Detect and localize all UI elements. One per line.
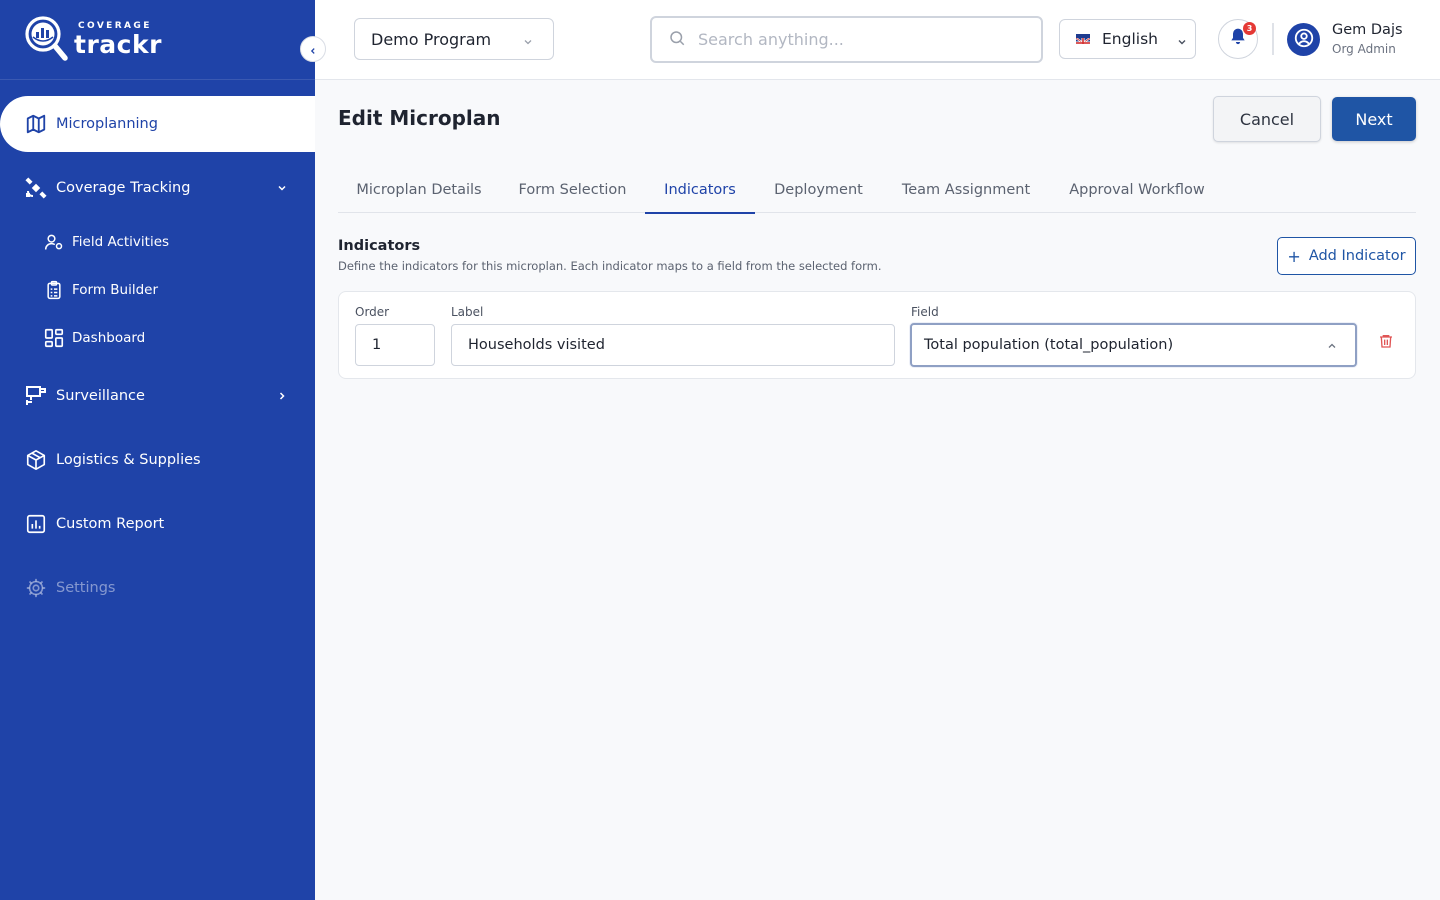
sidebar-item-label: Custom Report — [56, 516, 165, 532]
chevron-left-icon — [309, 40, 317, 59]
label-input[interactable]: Households visited — [451, 324, 895, 366]
trash-icon — [1378, 333, 1394, 353]
sidebar-subitem-label: Form Builder — [72, 282, 159, 298]
page-title: Edit Microplan — [338, 106, 501, 130]
sidebar-item-microplanning[interactable]: Microplanning — [0, 96, 315, 152]
monitor-camera-icon — [24, 384, 48, 408]
tab-form-selection[interactable]: Form Selection — [500, 166, 645, 213]
tab-bar: Microplan Details Form Selection Indicat… — [338, 166, 1416, 214]
add-indicator-button[interactable]: + Add Indicator — [1277, 237, 1416, 275]
tab-approval-workflow[interactable]: Approval Workflow — [1050, 166, 1224, 213]
logo[interactable]: COVERAGE trackr — [24, 14, 162, 64]
chevron-up-icon — [1327, 339, 1337, 355]
tab-microplan-details[interactable]: Microplan Details — [338, 166, 500, 213]
label-label: Label — [451, 305, 484, 319]
tab-label: Indicators — [664, 181, 736, 198]
tab-team-assignment[interactable]: Team Assignment — [882, 166, 1050, 213]
tab-label: Microplan Details — [356, 181, 482, 198]
dashboard-icon — [42, 326, 66, 350]
field-select[interactable]: Total population (total_population) — [910, 323, 1357, 367]
tab-label: Approval Workflow — [1069, 181, 1205, 198]
sidebar-subitem-dashboard[interactable]: Dashboard — [0, 318, 315, 358]
order-input-value: 1 — [372, 337, 382, 353]
search-input[interactable] — [698, 30, 1018, 49]
user-circle-icon — [1293, 27, 1315, 53]
sidebar-item-logistics[interactable]: Logistics & Supplies — [0, 432, 315, 488]
order-label: Order — [355, 305, 390, 319]
language-select-value: English — [1102, 30, 1158, 48]
sidebar-item-label: Logistics & Supplies — [56, 452, 201, 468]
section-description: Define the indicators for this microplan… — [338, 259, 882, 273]
sidebar-item-settings[interactable]: Settings — [0, 560, 315, 616]
next-button[interactable]: Next — [1332, 97, 1416, 141]
notifications-badge: 3 — [1243, 22, 1256, 35]
sidebar-item-surveillance[interactable]: Surveillance — [0, 368, 315, 424]
sidebar-item-label: Settings — [56, 580, 116, 596]
tab-label: Team Assignment — [901, 181, 1031, 198]
avatar[interactable] — [1287, 23, 1320, 56]
tab-label: Form Selection — [518, 181, 627, 198]
section-title: Indicators — [338, 238, 421, 254]
bar-chart-icon — [24, 512, 48, 536]
indicator-row: Order Label Field 1 Households visited T… — [338, 291, 1416, 379]
logo-magnifier-icon — [24, 15, 70, 63]
field-label: Field — [911, 305, 939, 319]
notifications-button[interactable]: 3 — [1218, 19, 1258, 59]
field-select-value: Total population (total_population) — [924, 337, 1174, 353]
search-icon — [668, 29, 686, 51]
user-name[interactable]: Gem Dajs — [1332, 22, 1403, 38]
sidebar-divider — [0, 79, 315, 80]
label-input-value: Households visited — [468, 337, 605, 353]
chevron-down-icon — [523, 32, 533, 51]
add-indicator-label: Add Indicator — [1308, 248, 1406, 264]
program-select[interactable]: Demo Program — [354, 18, 554, 60]
sidebar-subitem-label: Field Activities — [72, 234, 170, 250]
sidebar-item-label: Surveillance — [56, 388, 145, 404]
topbar-divider — [1272, 23, 1274, 55]
satellite-icon — [24, 176, 48, 200]
uk-flag-icon — [1076, 34, 1090, 44]
chevron-down-icon[interactable] — [277, 183, 287, 193]
sidebar-subitem-field-activities[interactable]: Field Activities — [0, 222, 315, 262]
sidebar-subitem-label: Dashboard — [72, 330, 146, 346]
tab-indicators[interactable]: Indicators — [645, 166, 755, 214]
search-box[interactable] — [650, 16, 1043, 63]
tab-label: Deployment — [774, 181, 863, 198]
language-select[interactable]: English — [1059, 19, 1196, 59]
sidebar-subitem-form-builder[interactable]: Form Builder — [0, 270, 315, 310]
sidebar: COVERAGE trackr Microplanning Coverage T… — [0, 0, 315, 900]
sidebar-item-label: Coverage Tracking — [56, 180, 191, 196]
sidebar-item-label: Microplanning — [56, 116, 158, 132]
map-icon — [24, 112, 48, 136]
collapse-sidebar-button[interactable] — [300, 36, 326, 62]
delete-indicator-button[interactable] — [1376, 333, 1396, 353]
tab-deployment[interactable]: Deployment — [755, 166, 882, 213]
program-select-value: Demo Program — [371, 29, 492, 49]
chevron-down-icon — [1177, 33, 1187, 51]
plus-icon: + — [1287, 246, 1301, 266]
sidebar-item-coverage-tracking[interactable]: Coverage Tracking — [0, 160, 315, 216]
user-role: Org Admin — [1332, 42, 1396, 56]
package-icon — [24, 448, 48, 472]
user-settings-icon — [42, 230, 66, 254]
logo-title: trackr — [74, 29, 162, 59]
gear-icon — [24, 576, 48, 600]
order-input[interactable]: 1 — [355, 324, 435, 366]
cancel-button[interactable]: Cancel — [1213, 96, 1321, 142]
chevron-right-icon[interactable] — [277, 391, 287, 401]
topbar: Demo Program English 3 Gem Dajs Org Admi… — [315, 0, 1440, 80]
sidebar-item-custom-report[interactable]: Custom Report — [0, 496, 315, 552]
clipboard-icon — [42, 278, 66, 302]
